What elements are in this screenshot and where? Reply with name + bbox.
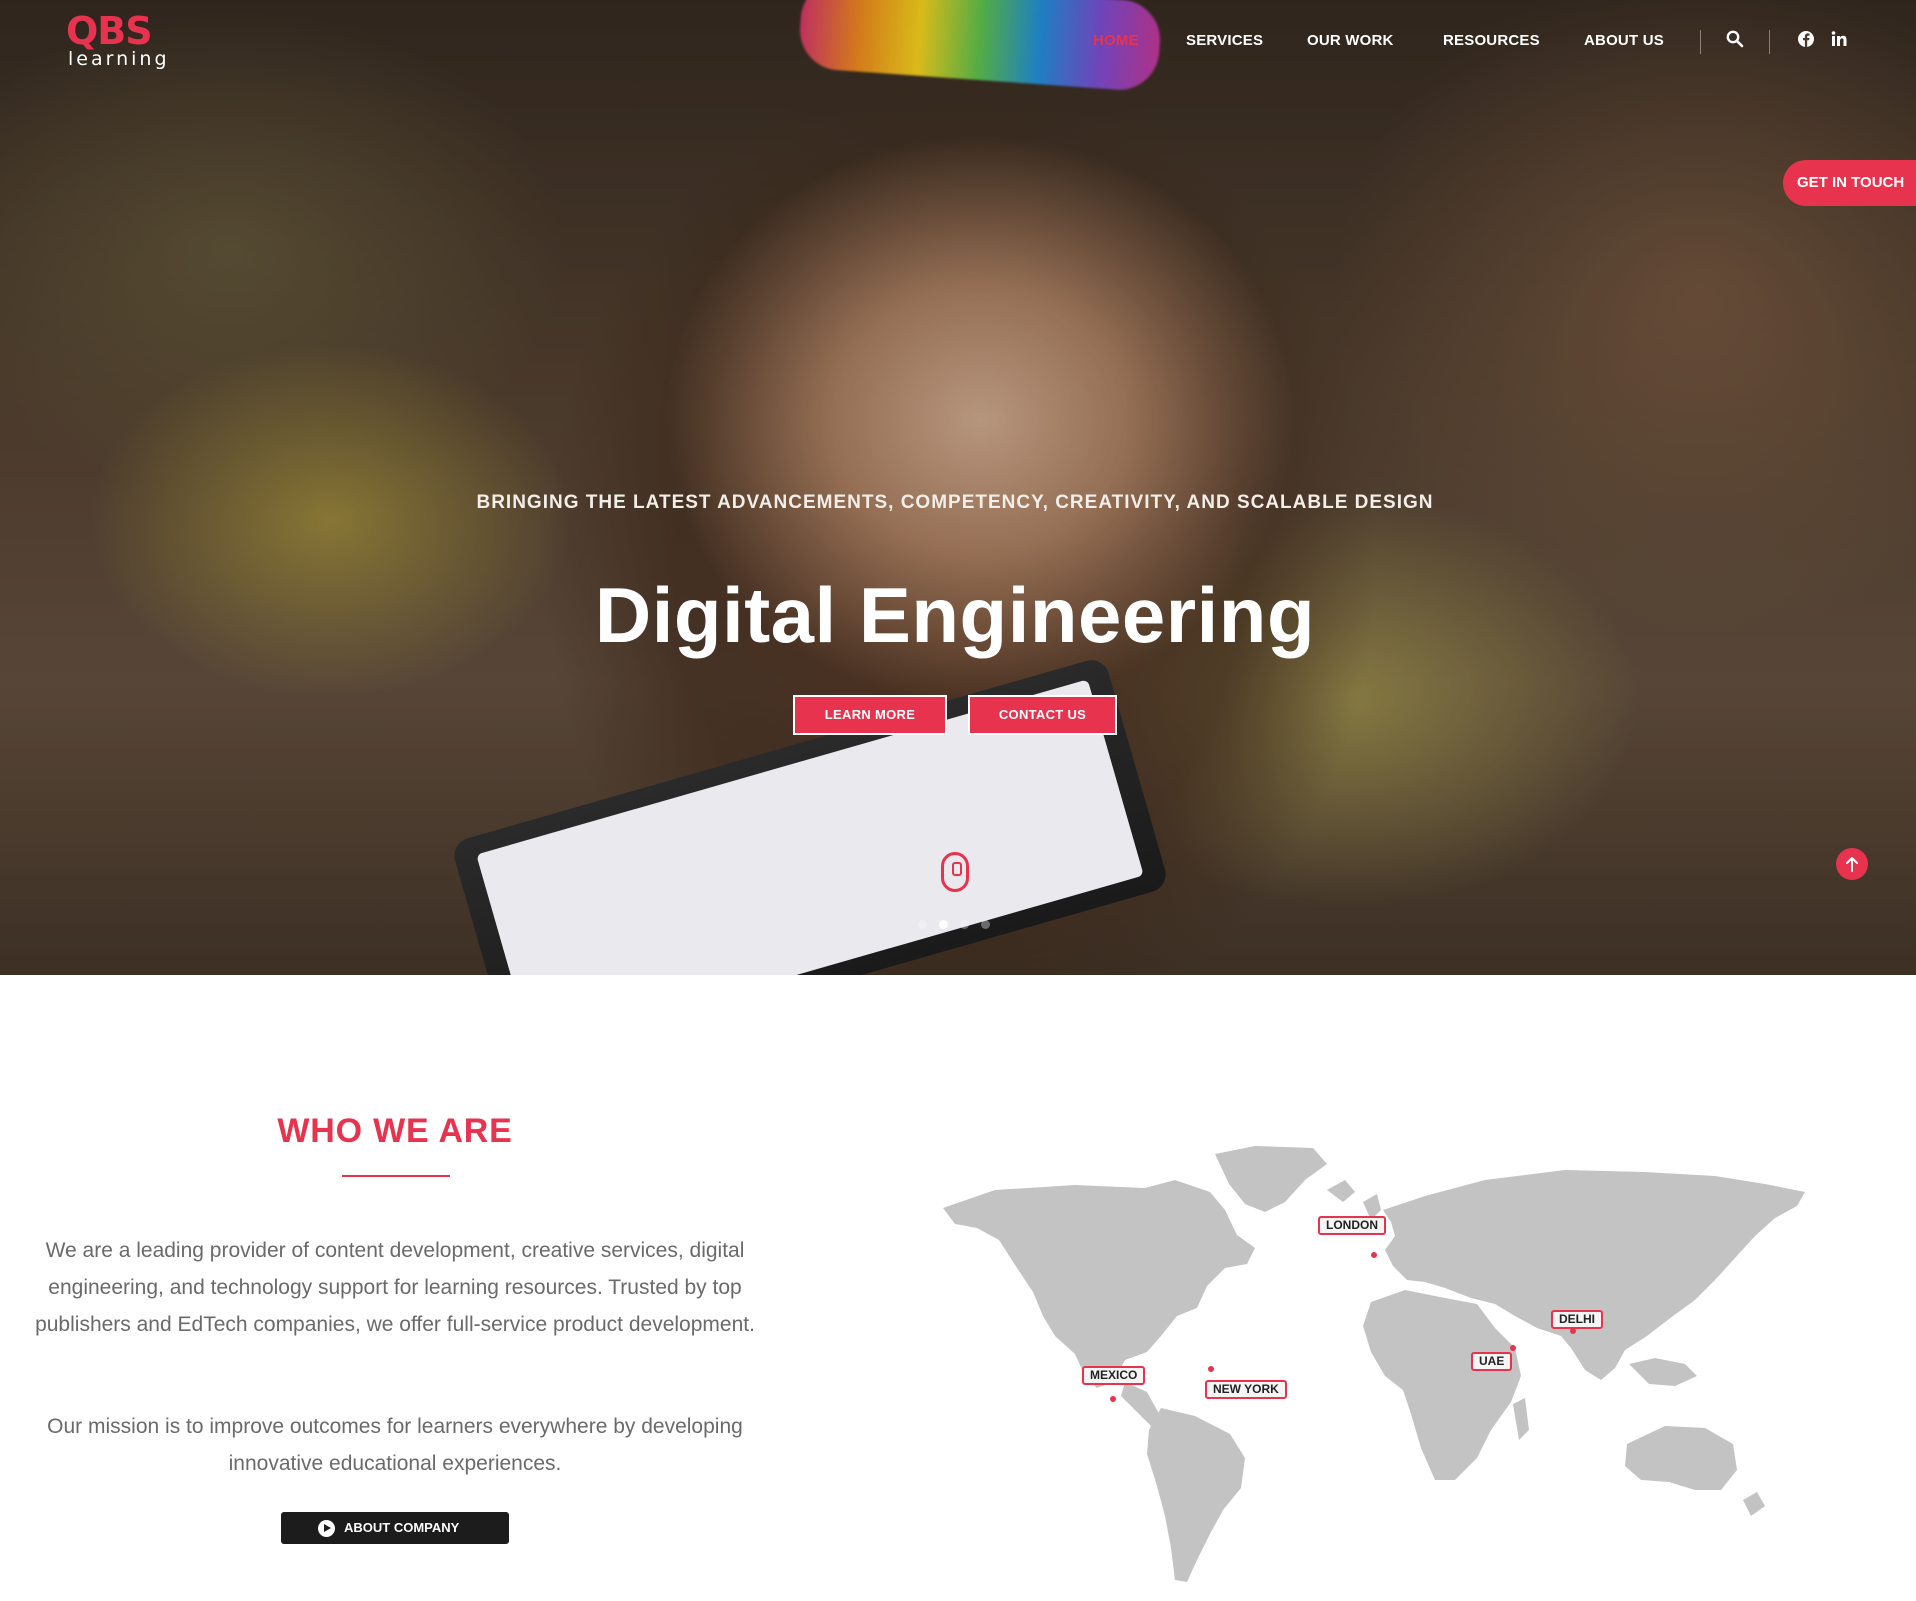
arrow-up-icon: [1846, 857, 1858, 872]
map-label-delhi: DELHI: [1551, 1310, 1603, 1329]
play-icon: [318, 1520, 335, 1537]
hero-title: Digital Engineering: [594, 571, 1316, 659]
learn-more-button[interactable]: LEARN MORE: [793, 695, 947, 735]
nav-item-services[interactable]: SERVICES: [1186, 32, 1263, 49]
get-in-touch-button[interactable]: GET IN TOUCH: [1783, 160, 1916, 206]
who-we-are-paragraph-1: We are a leading provider of content dev…: [35, 1239, 755, 1336]
world-map: MEXICO NEW YORK LONDON UAE DELHI: [925, 1140, 1845, 1600]
map-pin-new-york: [1208, 1366, 1214, 1372]
map-pin-mexico: [1110, 1396, 1116, 1402]
nav-item-about-us[interactable]: ABOUT US: [1584, 32, 1664, 49]
nav-item-our-work[interactable]: OUR WORK: [1307, 32, 1394, 49]
hero-banner: [0, 0, 1916, 975]
nav-item-resources[interactable]: RESOURCES: [1443, 32, 1540, 49]
logo[interactable]: QBS learning: [66, 9, 170, 70]
map-label-new-york: NEW YORK: [1205, 1380, 1287, 1399]
about-company-button[interactable]: ABOUT COMPANY: [281, 1512, 509, 1544]
top-navigation: QBS learning HOME SERVICES OUR WORK RESO…: [0, 0, 1916, 80]
who-we-are-paragraph-2: Our mission is to improve outcomes for l…: [47, 1415, 743, 1475]
map-pin-uae: [1510, 1345, 1516, 1351]
logo-main-text: QBS: [66, 9, 153, 53]
world-map-graphic: [943, 1146, 1805, 1582]
scroll-down-mouse-icon[interactable]: [941, 852, 969, 892]
map-label-mexico: MEXICO: [1082, 1366, 1146, 1385]
back-to-top-button[interactable]: [1836, 848, 1868, 880]
search-icon[interactable]: [1726, 30, 1746, 50]
slider-dot-2[interactable]: [939, 920, 948, 929]
logo-sub-text: learning: [68, 48, 170, 70]
slider-dot-1[interactable]: [918, 920, 927, 929]
hero-subtitle: BRINGING THE LATEST ADVANCEMENTS, COMPET…: [476, 492, 1434, 513]
linkedin-icon[interactable]: [1830, 30, 1850, 50]
about-company-label: ABOUT COMPANY: [344, 1520, 460, 1535]
nav-divider: [1769, 30, 1770, 54]
map-label-uae: UAE: [1471, 1352, 1513, 1371]
contact-us-button[interactable]: CONTACT US: [968, 695, 1117, 735]
who-we-are-title: WHO WE ARE: [277, 1112, 513, 1150]
nav-item-home[interactable]: HOME: [1093, 32, 1139, 49]
map-label-london: LONDON: [1318, 1216, 1386, 1235]
title-underline: [342, 1175, 450, 1177]
slider-dot-4[interactable]: [981, 920, 990, 929]
facebook-icon[interactable]: [1797, 30, 1817, 50]
nav-divider: [1700, 30, 1701, 54]
slider-dot-3[interactable]: [960, 920, 969, 929]
map-pin-london: [1371, 1252, 1377, 1258]
